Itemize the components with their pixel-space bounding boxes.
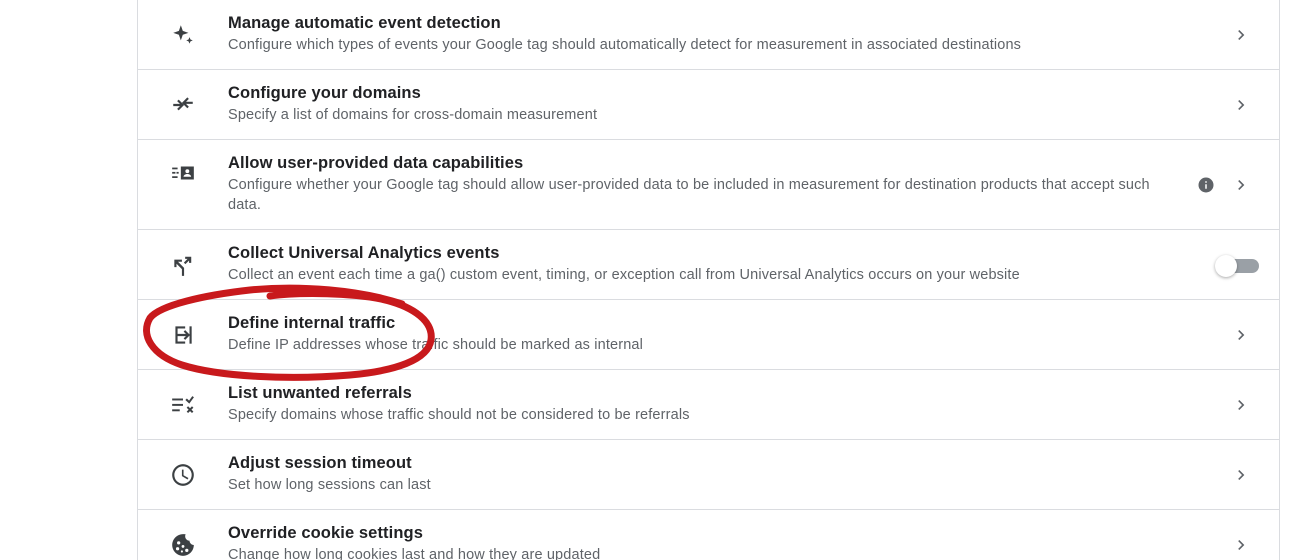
cookie-icon (168, 530, 198, 560)
settings-row-session-timeout[interactable]: Adjust session timeout Set how long sess… (138, 440, 1279, 510)
row-text: Allow user-provided data capabilities Co… (228, 153, 1178, 215)
row-description: Define IP addresses whose traffic should… (228, 337, 643, 353)
chevron-right-icon[interactable] (1231, 465, 1251, 485)
chevron-right-icon[interactable] (1231, 325, 1251, 345)
row-title: Override cookie settings (228, 524, 423, 542)
settings-row-configure-domains[interactable]: Configure your domains Specify a list of… (138, 70, 1279, 140)
row-description: Specify domains whose traffic should not… (228, 407, 690, 423)
settings-row-unwanted-referrals[interactable]: List unwanted referrals Specify domains … (138, 370, 1279, 440)
toggle-thumb (1215, 255, 1237, 277)
row-description: Specify a list of domains for cross-doma… (228, 107, 598, 123)
row-text: Collect Universal Analytics events Colle… (228, 243, 1188, 285)
row-description: Configure whether your Google tag should… (228, 177, 1150, 213)
row-description: Set how long sessions can last (228, 477, 431, 493)
row-description: Configure which types of events your Goo… (228, 37, 1022, 53)
row-text: Override cookie settings Change how long… (228, 523, 1188, 560)
row-title: Define internal traffic (228, 314, 396, 332)
row-title: List unwanted referrals (228, 384, 412, 402)
row-description: Change how long cookies last and how the… (228, 547, 601, 560)
settings-row-universal-analytics-events[interactable]: Collect Universal Analytics events Colle… (138, 230, 1279, 300)
clock-icon (168, 460, 198, 490)
row-title: Manage automatic event detection (228, 14, 501, 32)
contact-data-icon (168, 158, 198, 188)
row-text: Manage automatic event detection Configu… (228, 13, 1188, 55)
row-text: List unwanted referrals Specify domains … (228, 383, 1188, 425)
row-title: Adjust session timeout (228, 454, 412, 472)
list-remove-icon (168, 390, 198, 420)
chevron-right-icon[interactable] (1231, 95, 1251, 115)
chevron-right-icon[interactable] (1231, 175, 1251, 195)
page: Manage automatic event detection Configu… (0, 0, 1307, 560)
chevron-right-icon[interactable] (1231, 25, 1251, 45)
collect-ua-events-toggle[interactable] (1215, 254, 1259, 278)
google-tag-settings-list: Manage automatic event detection Configu… (137, 0, 1280, 560)
row-title: Allow user-provided data capabilities (228, 154, 524, 172)
info-icon[interactable] (1197, 176, 1215, 194)
settings-row-cookie-settings[interactable]: Override cookie settings Change how long… (138, 510, 1279, 560)
login-arrow-icon (168, 320, 198, 350)
sparkle-icon (168, 20, 198, 50)
chevron-right-icon[interactable] (1231, 535, 1251, 555)
row-title: Configure your domains (228, 84, 421, 102)
settings-row-define-internal-traffic[interactable]: Define internal traffic Define IP addres… (138, 300, 1279, 370)
settings-row-automatic-event-detection[interactable]: Manage automatic event detection Configu… (138, 0, 1279, 70)
settings-row-user-provided-data[interactable]: Allow user-provided data capabilities Co… (138, 140, 1279, 230)
chevron-right-icon[interactable] (1231, 395, 1251, 415)
row-text: Adjust session timeout Set how long sess… (228, 453, 1188, 495)
merge-arrows-icon (168, 90, 198, 120)
row-description: Collect an event each time a ga() custom… (228, 267, 1020, 283)
fork-arrow-icon (168, 250, 198, 280)
row-text: Configure your domains Specify a list of… (228, 83, 1188, 125)
row-title: Collect Universal Analytics events (228, 244, 500, 262)
row-text: Define internal traffic Define IP addres… (228, 313, 1188, 355)
